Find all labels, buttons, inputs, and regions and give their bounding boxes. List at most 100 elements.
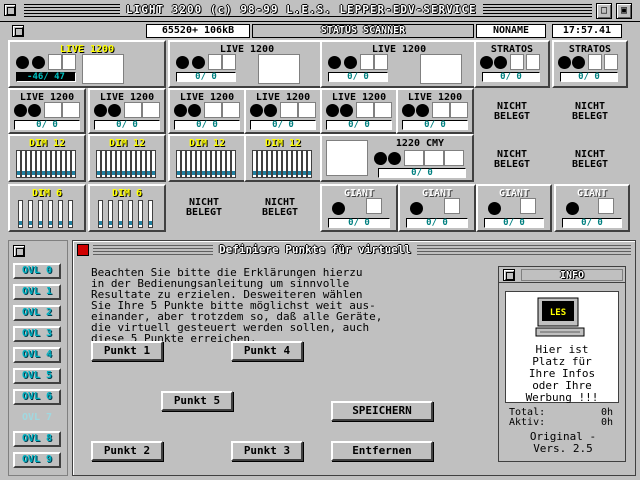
gobo-box: [82, 54, 124, 84]
fader[interactable]: [98, 200, 103, 228]
fader[interactable]: [128, 200, 133, 228]
ovl-button-4[interactable]: OVL 4: [13, 347, 61, 363]
fader[interactable]: [18, 200, 23, 228]
dot-icon: [480, 56, 493, 69]
device-live1200-8[interactable]: LIVE 1200 0/ 0: [320, 88, 398, 134]
device-giant-4[interactable]: GIANT 0/ 0: [554, 184, 630, 232]
device-1220-cmy[interactable]: 1220 CMY 0/ 0: [320, 134, 474, 182]
device-giant-2[interactable]: GIANT 0/ 0: [398, 184, 476, 232]
device-live1200-4[interactable]: LIVE 1200 0/ 0: [8, 88, 86, 134]
scanner-header: 65520+ 106kB STATUS SCANNER NONAME 17:57…: [8, 22, 636, 40]
info-close-icon[interactable]: [503, 269, 515, 281]
device-live1200-2[interactable]: LIVE 1200 0/ 0: [168, 40, 326, 88]
device-stratos-2[interactable]: STRATOS 0/ 0: [552, 40, 628, 88]
color-box: [356, 102, 374, 118]
dialog-close-icon[interactable]: [77, 244, 89, 256]
gobo-box: [420, 54, 462, 84]
dot-icon: [328, 56, 341, 69]
empty-slot[interactable]: NICHT BELEGT: [554, 150, 626, 170]
ovl-button-6[interactable]: OVL 6: [13, 389, 61, 405]
color-box: [444, 150, 464, 166]
window-titlebar[interactable]: LIGHT 3200 (c) 98-99 L.E.S. LEPPER-EDV-S…: [0, 0, 640, 22]
dot-icon: [326, 104, 339, 117]
fader[interactable]: [108, 200, 113, 228]
ovl-close-icon[interactable]: [13, 245, 25, 257]
dialog-titlebar[interactable]: Definiere Punkte für virtuell: [73, 241, 635, 259]
fader[interactable]: [28, 200, 33, 228]
fader[interactable]: [58, 200, 63, 228]
scanner-close-icon[interactable]: [12, 25, 24, 37]
pan-tilt-value: 0/ 0: [560, 72, 618, 82]
remove-button[interactable]: Entfernen: [331, 441, 433, 461]
device-live1200-5[interactable]: LIVE 1200 0/ 0: [88, 88, 166, 134]
dot-icon: [108, 104, 121, 117]
close-icon[interactable]: [4, 4, 16, 16]
pan-tilt-value: 0/ 0: [14, 120, 80, 130]
empty-slot[interactable]: NICHT BELEGT: [476, 102, 548, 122]
empty-slot[interactable]: NICHT BELEGT: [168, 198, 240, 218]
device-label: GIANT: [576, 188, 608, 199]
fader[interactable]: [151, 150, 156, 178]
fader[interactable]: [38, 200, 43, 228]
ovl-button-3[interactable]: OVL 3: [13, 326, 61, 342]
gobo-box: [258, 54, 300, 84]
empty-slot-label: BELEGT: [261, 207, 299, 218]
device-live1200-9[interactable]: LIVE 1200 0/ 0: [396, 88, 474, 134]
fader[interactable]: [118, 200, 123, 228]
ovl-button-2[interactable]: OVL 2: [13, 305, 61, 321]
empty-slot[interactable]: NICHT BELEGT: [554, 102, 626, 122]
color-box: [360, 54, 374, 70]
device-dim12-2[interactable]: DIM 12: [88, 134, 166, 182]
fader[interactable]: [138, 200, 143, 228]
device-stratos-1[interactable]: STRATOS 0/ 0: [474, 40, 550, 88]
pan-tilt-value: 0/ 0: [402, 120, 468, 130]
point-5-button[interactable]: Punkt 5: [161, 391, 233, 411]
device-dim12-4[interactable]: DIM 12: [244, 134, 322, 182]
device-live1200-1[interactable]: LIVE 1200 -46/ 47: [8, 40, 166, 88]
point-4-button[interactable]: Punkt 4: [231, 341, 303, 361]
point-3-button[interactable]: Punkt 3: [231, 441, 303, 461]
device-giant-1[interactable]: GIANT 0/ 0: [320, 184, 398, 232]
device-label: LIVE 1200: [219, 44, 275, 55]
ovl-button-1[interactable]: OVL 1: [13, 284, 61, 300]
dot-icon: [344, 56, 357, 69]
device-dim6-1[interactable]: DIM 6: [8, 184, 86, 232]
fader[interactable]: [307, 150, 312, 178]
color-box: [366, 198, 382, 214]
color-box: [432, 102, 450, 118]
ovl-button-5[interactable]: OVL 5: [13, 368, 61, 384]
fader[interactable]: [148, 200, 153, 228]
color-box: [62, 54, 76, 70]
color-box: [598, 198, 614, 214]
dot-icon: [332, 202, 345, 215]
pan-tilt-value: 0/ 0: [176, 72, 236, 82]
pan-tilt-value: 0/ 0: [94, 120, 160, 130]
save-button[interactable]: SPEICHERN: [331, 401, 433, 421]
color-box: [222, 102, 240, 118]
fader[interactable]: [68, 200, 73, 228]
point-1-button[interactable]: Punkt 1: [91, 341, 163, 361]
device-giant-3[interactable]: GIANT 0/ 0: [476, 184, 552, 232]
iconify-button[interactable]: □: [596, 3, 612, 19]
device-live1200-7[interactable]: LIVE 1200 0/ 0: [244, 88, 322, 134]
ovl-button-8[interactable]: OVL 8: [13, 431, 61, 447]
device-live1200-6[interactable]: LIVE 1200 0/ 0: [168, 88, 246, 134]
empty-slot[interactable]: NICHT BELEGT: [244, 198, 316, 218]
point-2-button[interactable]: Punkt 2: [91, 441, 163, 461]
dot-icon: [192, 56, 205, 69]
color-box: [142, 102, 160, 118]
ovl-button-9[interactable]: OVL 9: [13, 452, 61, 468]
fader[interactable]: [71, 150, 76, 178]
device-dim12-1[interactable]: DIM 12: [8, 134, 86, 182]
empty-slot[interactable]: NICHT BELEGT: [476, 150, 548, 170]
device-live1200-3[interactable]: LIVE 1200 0/ 0: [320, 40, 478, 88]
ovl-button-0[interactable]: OVL 0: [13, 263, 61, 279]
color-box: [404, 150, 424, 166]
device-dim12-3[interactable]: DIM 12: [168, 134, 246, 182]
fader[interactable]: [48, 200, 53, 228]
dot-icon: [410, 202, 423, 215]
pan-tilt-value: 0/ 0: [378, 168, 466, 178]
device-dim6-2[interactable]: DIM 6: [88, 184, 166, 232]
fullscreen-button[interactable]: ▣: [616, 3, 632, 19]
fader[interactable]: [231, 150, 236, 178]
